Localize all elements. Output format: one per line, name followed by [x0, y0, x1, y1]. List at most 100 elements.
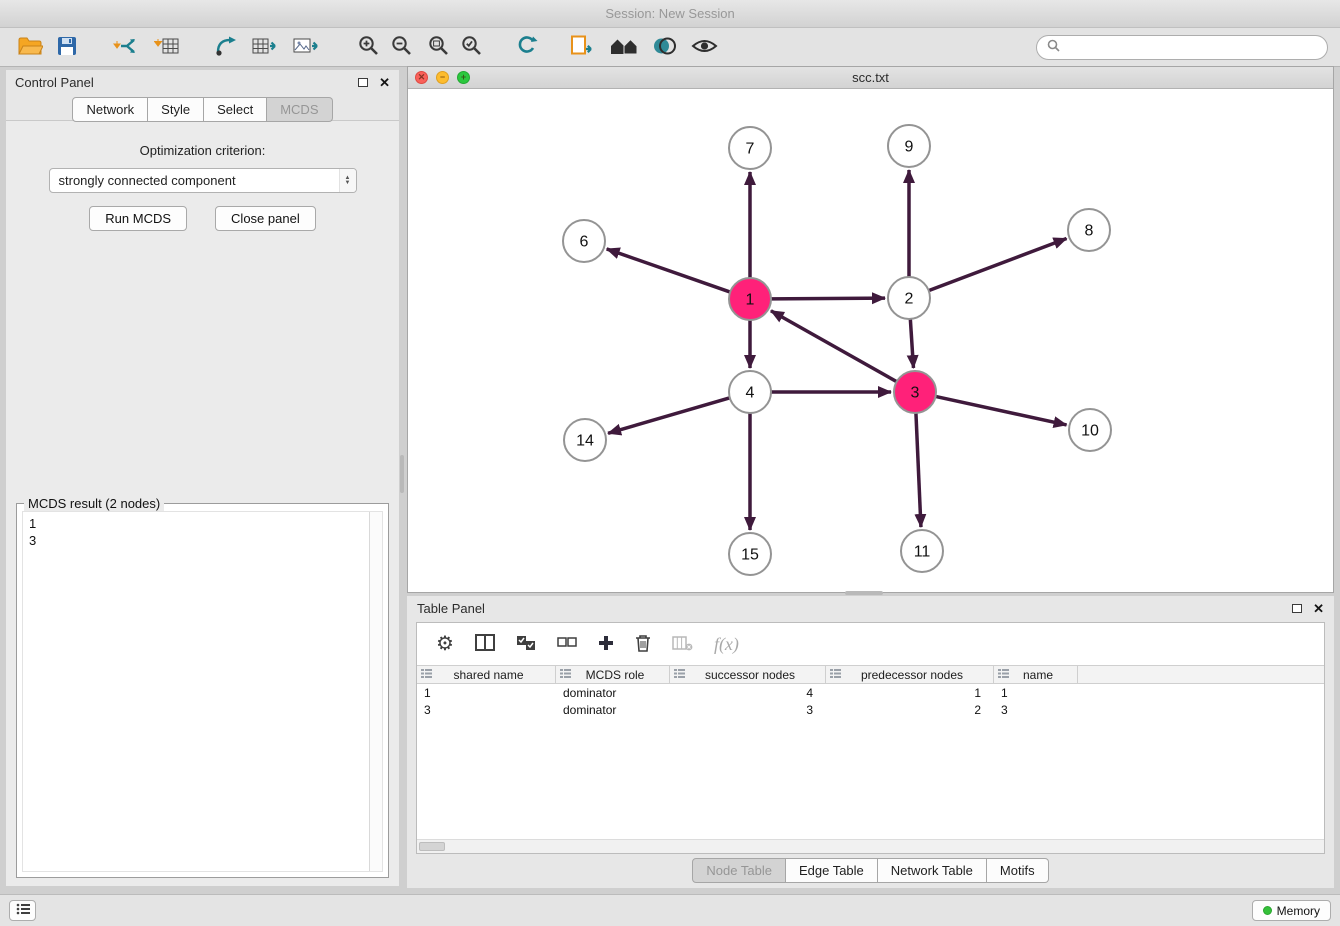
graph-node-label: 10	[1081, 423, 1099, 440]
show-panel-list-button[interactable]	[9, 900, 36, 921]
select-all-rows-button[interactable]	[516, 635, 536, 654]
delete-table-button	[672, 635, 693, 654]
zoom-fit-button[interactable]	[426, 31, 451, 63]
zoom-selected-button[interactable]	[459, 31, 484, 63]
table-settings-button[interactable]: ⚙	[436, 634, 454, 654]
result-scrollbar[interactable]	[369, 512, 382, 871]
graph-node-label: 1	[746, 292, 755, 309]
tab-motifs[interactable]: Motifs	[987, 858, 1049, 883]
graph-edge-2-3[interactable]	[910, 319, 913, 368]
add-column-button[interactable]	[598, 635, 614, 654]
deselect-all-rows-button[interactable]	[557, 635, 577, 654]
graph-edge-3-10[interactable]	[936, 396, 1067, 424]
criterion-select[interactable]: strongly connected component ▲▼	[49, 168, 357, 193]
deselect-icon	[557, 635, 577, 654]
document-share-icon	[570, 35, 595, 59]
open-folder-icon	[18, 36, 43, 59]
show-hide-button[interactable]	[689, 31, 720, 63]
tab-network-table[interactable]: Network Table	[878, 858, 987, 883]
graph-edge-3-1[interactable]	[771, 311, 897, 382]
maximize-window-icon[interactable]: +	[457, 71, 470, 84]
export-table-icon	[252, 36, 279, 59]
tab-select[interactable]: Select	[204, 97, 267, 122]
network-view-window: scc.txt ✕ − + 7968124314101511	[407, 66, 1334, 593]
mcds-result-list: 13	[23, 512, 369, 871]
table-cell: dominator	[556, 703, 670, 717]
table-cell: 3	[994, 703, 1078, 717]
graph-edge-1-6[interactable]	[607, 249, 731, 292]
table-panel: Table Panel ✕ ⚙ f(x) shared name MCDS ro…	[407, 596, 1334, 888]
import-table-button[interactable]	[152, 31, 182, 63]
table-body: 1dominator4113dominator323	[417, 684, 1324, 718]
column-header-mcds-role[interactable]: MCDS role	[556, 666, 670, 683]
run-mcds-button[interactable]: Run MCDS	[89, 206, 187, 231]
graph-edge-3-11[interactable]	[916, 413, 921, 527]
graph-node-label: 6	[580, 234, 589, 251]
graph-edge-1-2[interactable]	[771, 298, 885, 299]
table-horizontal-scrollbar[interactable]	[417, 839, 1324, 853]
table-row[interactable]: 3dominator323	[417, 701, 1324, 718]
table-header-row: shared name MCDS role successor nodes pr…	[417, 665, 1324, 684]
export-image-button[interactable]	[291, 31, 322, 63]
mcds-result-title: MCDS result (2 nodes)	[24, 496, 164, 511]
edge-layer	[607, 170, 1067, 530]
tab-edge-table[interactable]: Edge Table	[786, 858, 878, 883]
window-titlebar: Session: New Session	[0, 0, 1340, 28]
close-table-panel-icon[interactable]: ✕	[1313, 602, 1324, 615]
control-panel: Control Panel ✕ Network Style Select MCD…	[6, 70, 399, 886]
tab-node-table[interactable]: Node Table	[692, 858, 786, 883]
search-field[interactable]	[1036, 35, 1328, 60]
plus-icon	[598, 635, 614, 654]
style-preview-button[interactable]	[650, 31, 679, 63]
tab-style[interactable]: Style	[148, 97, 204, 122]
first-neighbors-button[interactable]	[607, 31, 642, 63]
column-header-successor-nodes[interactable]: successor nodes	[670, 666, 826, 683]
zoom-in-button[interactable]	[356, 31, 381, 63]
table-row[interactable]: 1dominator411	[417, 684, 1324, 701]
zoom-fit-icon	[428, 35, 449, 59]
column-header-name[interactable]: name	[994, 666, 1078, 683]
graph-edge-2-8[interactable]	[929, 238, 1067, 290]
delete-column-button[interactable]	[635, 634, 651, 655]
memory-label: Memory	[1277, 904, 1320, 918]
minimize-window-icon[interactable]: −	[436, 71, 449, 84]
graph-node-label: 3	[911, 385, 920, 402]
open-session-button[interactable]	[16, 31, 45, 63]
close-window-icon[interactable]: ✕	[415, 71, 428, 84]
close-panel-button[interactable]: Close panel	[215, 206, 316, 231]
export-table-button[interactable]	[250, 31, 281, 63]
graph-node-label: 7	[746, 141, 755, 158]
copy-view-button[interactable]	[568, 31, 597, 63]
horizontal-splitter-handle[interactable]	[845, 591, 883, 595]
column-menu-icon	[560, 668, 571, 682]
network-canvas[interactable]: 7968124314101511	[408, 90, 1333, 593]
float-table-panel-icon[interactable]	[1292, 604, 1302, 613]
tab-network[interactable]: Network	[72, 97, 148, 122]
memory-button[interactable]: Memory	[1252, 900, 1331, 921]
column-menu-icon	[421, 668, 432, 682]
close-panel-icon[interactable]: ✕	[379, 76, 390, 89]
fx-icon: f(x)	[714, 634, 739, 655]
table-cell: 1	[994, 686, 1078, 700]
column-header-shared-name[interactable]: shared name	[417, 666, 556, 683]
eye-icon	[691, 37, 718, 58]
float-panel-icon[interactable]	[358, 78, 368, 87]
table-cell: 3	[670, 703, 826, 717]
save-session-button[interactable]	[55, 31, 79, 63]
scrollbar-thumb[interactable]	[419, 842, 445, 851]
list-icon	[16, 903, 30, 918]
graph-edge-4-14[interactable]	[608, 398, 730, 433]
vertical-splitter-handle[interactable]	[400, 455, 404, 493]
clone-network-button[interactable]	[212, 31, 242, 63]
column-menu-icon	[830, 668, 841, 682]
table-cell: 3	[417, 703, 556, 717]
import-table-icon	[154, 36, 180, 59]
tab-mcds[interactable]: MCDS	[267, 97, 332, 122]
refresh-view-button[interactable]	[514, 31, 540, 63]
search-input[interactable]	[1066, 40, 1317, 55]
show-columns-button[interactable]	[475, 634, 495, 654]
zoom-out-button[interactable]	[389, 31, 414, 63]
column-header-predecessor-nodes[interactable]: predecessor nodes	[826, 666, 994, 683]
import-network-button[interactable]	[109, 31, 140, 63]
export-image-icon	[293, 36, 320, 59]
